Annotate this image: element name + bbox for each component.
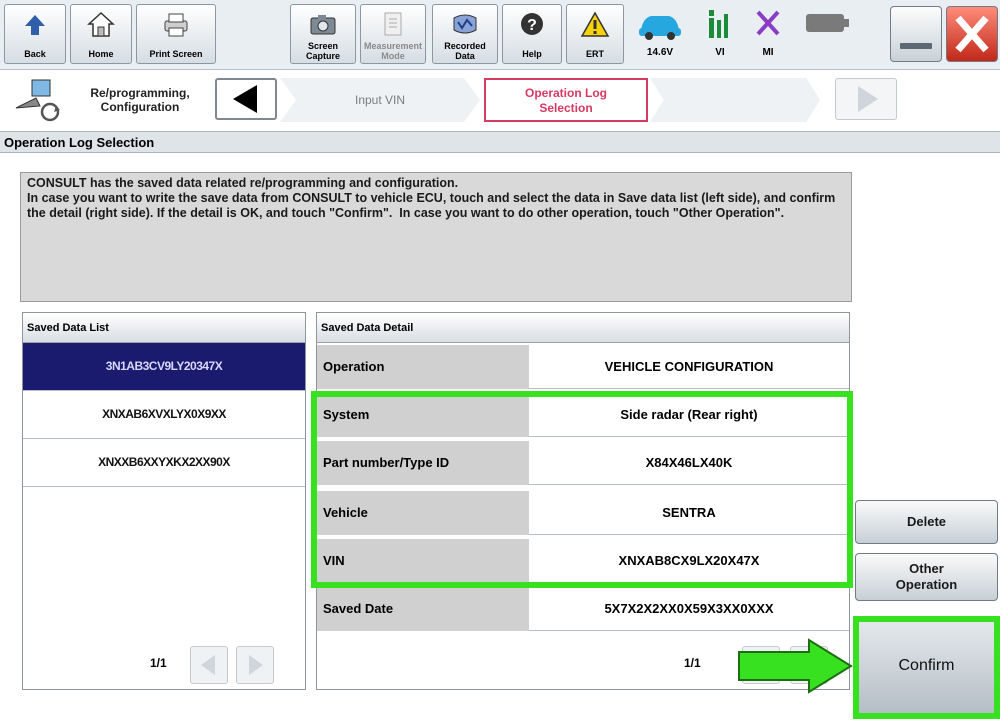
detail-row-part-number: Part number/Type ID X84X46LX40K (317, 441, 849, 485)
saved-data-item[interactable]: XNXAB6XVXLYX0X9XX (23, 391, 305, 439)
measurement-mode-button[interactable]: Measurement Mode (360, 4, 426, 64)
page-title: Operation Log Selection (0, 131, 1000, 153)
back-arrow-icon (25, 15, 45, 35)
home-button[interactable]: Home (70, 4, 132, 64)
detail-value: XNXAB8CX9LX20X47X (618, 553, 760, 568)
battery-icon (806, 14, 849, 32)
next-step-button[interactable] (835, 78, 897, 120)
help-button[interactable]: ? Help (502, 4, 562, 64)
detail-key: Part number/Type ID (317, 441, 529, 485)
triangle-left-icon (201, 655, 215, 675)
triangle-right-icon (249, 655, 263, 675)
other-operation-button[interactable]: Other Operation (855, 553, 998, 601)
detail-key: VIN (317, 539, 529, 583)
svg-text:?: ? (527, 17, 537, 34)
warning-icon (580, 11, 610, 37)
home-icon (87, 11, 115, 37)
saved-list-prev-page-button[interactable] (190, 646, 228, 684)
print-screen-button[interactable]: Print Screen (136, 4, 216, 64)
detail-value: Side radar (Rear right) (620, 407, 758, 422)
car-icon (639, 16, 681, 40)
detail-row-vehicle: Vehicle SENTRA (317, 491, 849, 535)
previous-step-button[interactable] (215, 78, 277, 120)
saved-data-list-header: Saved Data List (23, 313, 305, 343)
delete-button[interactable]: Delete (855, 500, 998, 544)
green-arrow-icon (738, 638, 853, 694)
signal-icon (709, 10, 728, 38)
triangle-left-icon (233, 85, 257, 113)
back-button[interactable]: Back (4, 4, 66, 64)
detail-row-system: System Side radar (Rear right) (317, 393, 849, 437)
detail-key: Vehicle (317, 491, 529, 535)
detail-key: System (317, 393, 529, 437)
printer-icon (164, 13, 188, 37)
detail-row-operation: Operation VEHICLE CONFIGURATION (317, 345, 849, 389)
cross-icon (756, 10, 780, 36)
screen-capture-button[interactable]: Screen Capture (290, 4, 356, 64)
breadcrumb-input-vin[interactable]: Input VIN (280, 78, 480, 122)
close-button[interactable] (946, 6, 998, 62)
mi-status: MI (748, 6, 788, 58)
breadcrumb-next-step (650, 78, 820, 122)
detail-key: Operation (317, 345, 529, 389)
recorded-data-icon (453, 14, 477, 34)
minimize-button[interactable] (890, 6, 942, 62)
saved-list-next-page-button[interactable] (236, 646, 274, 684)
saved-data-detail: Saved Data Detail Operation VEHICLE CONF… (316, 312, 850, 690)
nav-title: Re/programming, Configuration (90, 86, 190, 114)
camera-icon (310, 15, 336, 35)
triangle-right-icon (858, 86, 878, 112)
measurement-icon (384, 12, 402, 36)
detail-value: 5X7X2X2XX0X59X3XX0XXX (604, 601, 774, 616)
detail-value: X84X46LX40K (645, 455, 733, 470)
saved-data-item[interactable]: 3N1AB3CV9LY20347X (23, 343, 305, 391)
toolbar: Back Home Print Screen Screen Capture Me… (0, 0, 1000, 70)
saved-data-detail-header: Saved Data Detail (317, 313, 849, 343)
saved-data-list: Saved Data List 3N1AB3CV9LY20347X XNXAB6… (22, 312, 306, 690)
breadcrumb-operation-log-selection[interactable]: Operation Log Selection (484, 78, 648, 122)
battery-status (800, 6, 856, 45)
help-icon: ? (521, 13, 543, 35)
detail-value: SENTRA (662, 505, 716, 520)
saved-data-item[interactable]: XNXXB6XXYXKX2XX90X (23, 439, 305, 487)
detail-row-vin: VIN XNXAB8CX9LX20X47X (317, 539, 849, 583)
detail-key: Saved Date (317, 587, 529, 631)
saved-list-page-indicator: 1/1 (150, 656, 167, 670)
detail-value: VEHICLE CONFIGURATION (604, 359, 774, 374)
ert-button[interactable]: ERT (566, 4, 624, 64)
close-icon (955, 15, 989, 53)
confirm-button[interactable]: Confirm (859, 622, 994, 713)
recorded-data-button[interactable]: Recorded Data (432, 4, 498, 64)
vi-status: VI (700, 6, 740, 58)
confirm-highlight: Confirm (853, 616, 1000, 719)
battery-voltage-status: 14.6V (630, 6, 690, 58)
detail-row-saved-date: Saved Date 5X7X2X2XX0X59X3XX0XXX (317, 587, 849, 631)
detail-page-indicator: 1/1 (684, 656, 701, 670)
instruction-message: CONSULT has the saved data related re/pr… (20, 172, 852, 302)
reprogramming-icon (15, 79, 60, 122)
